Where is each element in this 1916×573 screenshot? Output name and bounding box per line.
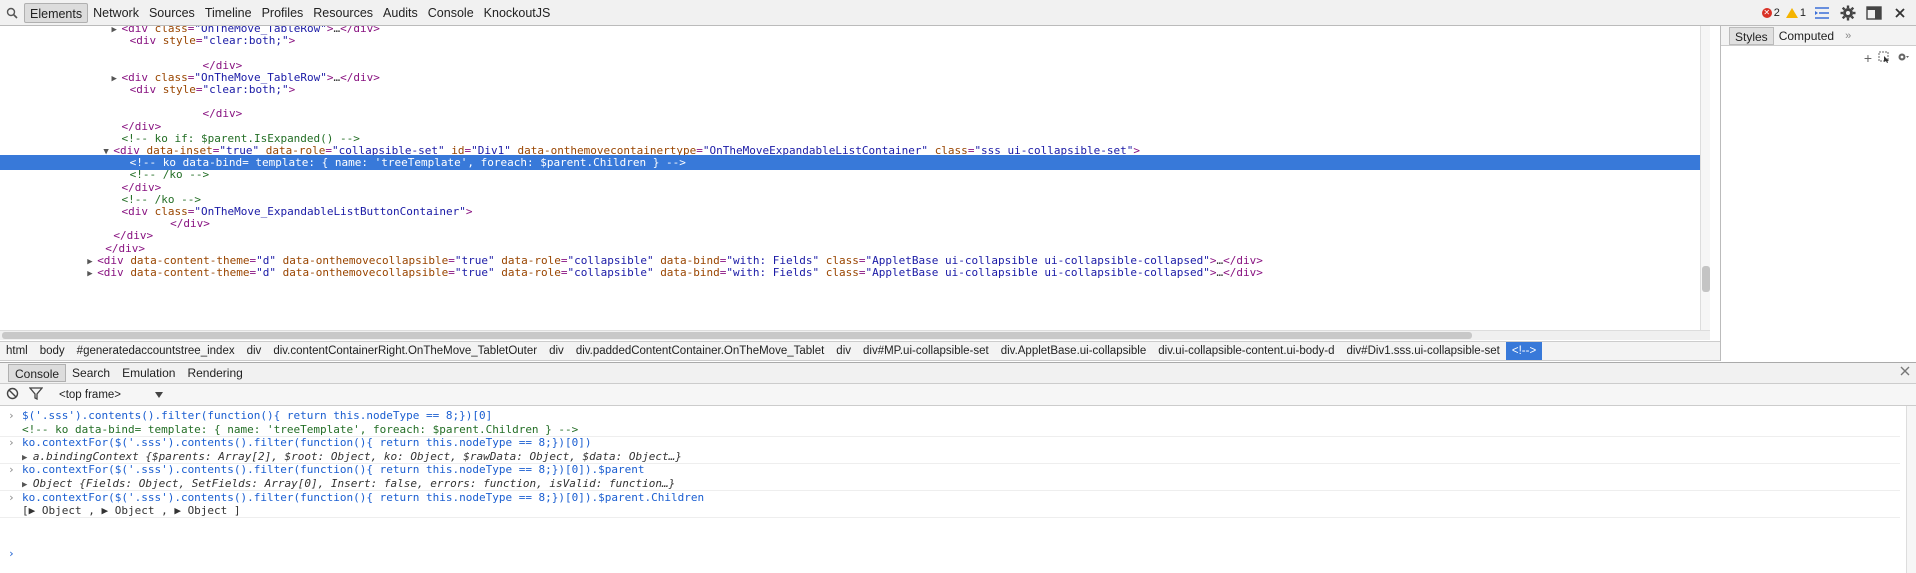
frame-select[interactable]: <top frame> — [59, 388, 164, 401]
drawer-tab-console[interactable]: Console — [8, 364, 67, 382]
console-command-text: ko.contextFor($('.sss').contents().filte… — [22, 463, 645, 477]
breadcrumb-item[interactable]: html — [0, 342, 34, 360]
breadcrumb-item[interactable]: div — [830, 342, 857, 360]
tree-token-val: "collapsible" — [567, 266, 654, 279]
console-command-text: $('.sss').contents().filter(function(){ … — [22, 409, 493, 422]
console-result-text: <!-- ko data-bind= template: { name: 'tr… — [22, 422, 579, 436]
tree-token-attr: data-onthemovecollapsible — [282, 266, 449, 279]
toolbar-right: ✕ 2 1 — [1761, 0, 1910, 26]
tab-styles[interactable]: Styles — [1729, 26, 1774, 45]
tree-token-tag: = — [448, 266, 455, 279]
tree-token-attr: class — [825, 266, 859, 279]
tree-token-tag — [276, 266, 283, 279]
tree-token-tag: <div — [97, 266, 131, 279]
inspect-search-icon[interactable] — [0, 0, 24, 26]
drawer-tabs: Console Search Emulation Rendering — [0, 362, 1916, 384]
tab-timeline[interactable]: Timeline — [200, 3, 257, 23]
tab-computed[interactable]: Computed — [1774, 27, 1839, 45]
toggle-element-state-icon[interactable] — [1878, 51, 1890, 66]
console-command-text: ko.contextFor($('.sss').contents().filte… — [22, 490, 705, 504]
breadcrumb-item[interactable]: div — [543, 342, 570, 360]
tree-token-val: "true" — [454, 266, 495, 279]
breadcrumb-item[interactable]: div#MP.ui-collapsible-set — [857, 342, 995, 360]
tab-elements[interactable]: Elements — [24, 2, 89, 23]
tree-token-attr: data-role — [501, 266, 561, 279]
console-result: [▶ Object , ▶ Object , ▶ Object ] — [0, 503, 1900, 518]
tree-token-val: "d" — [256, 266, 277, 279]
expand-triangle-icon[interactable]: ▶ — [87, 267, 97, 282]
close-devtools-icon[interactable] — [1890, 3, 1910, 23]
breadcrumb-item[interactable]: body — [34, 342, 71, 360]
clear-console-icon[interactable] — [6, 387, 19, 403]
console-vertical-scrollbar[interactable] — [1906, 406, 1916, 573]
warning-count: 1 — [1799, 7, 1806, 19]
warning-icon — [1785, 8, 1798, 18]
panel-tabs: Elements Network Sources Timeline Profiles Re… — [24, 2, 556, 23]
tree-horizontal-scroll-thumb[interactable] — [2, 332, 1472, 339]
more-tabs-icon[interactable]: » — [1845, 30, 1851, 42]
tab-sources[interactable]: Sources — [144, 3, 200, 23]
drawer-close-icon[interactable] — [1900, 365, 1910, 379]
styles-sidebar: Styles Computed » + — [1720, 26, 1916, 361]
sidebar-tabs: Styles Computed » — [1721, 26, 1916, 46]
breadcrumb-item[interactable]: div.AppletBase.ui-collapsible — [995, 342, 1153, 360]
tree-token-tag: </div> — [1223, 266, 1263, 279]
dock-side-icon[interactable] — [1864, 3, 1884, 23]
error-count: 2 — [1773, 7, 1780, 19]
tree-token-tag: > — [1209, 266, 1217, 279]
tab-console[interactable]: Console — [423, 3, 479, 23]
tree-token-attr: data-bind — [660, 266, 720, 279]
drawer-toggle-icon[interactable] — [1812, 3, 1832, 23]
elements-tree: ▶ <div class="OnTheMove_TableRow">…</div>… — [0, 26, 1710, 330]
breadcrumb-item[interactable]: <!--> — [1505, 342, 1543, 360]
tree-node[interactable]: ▶ <div data-content-theme = "d" data-onthem… — [0, 265, 1700, 280]
frame-select-label: <top frame> — [59, 388, 122, 401]
chevron-down-icon — [155, 389, 164, 401]
tree-token-tag: = — [858, 266, 866, 279]
warning-counter[interactable]: 1 — [1785, 7, 1806, 19]
error-icon: ✕ — [1761, 8, 1772, 18]
console-output: › $('.sss').contents().filter(function(){… — [0, 406, 1906, 573]
expand-object-icon[interactable]: ▶ — [22, 480, 33, 490]
console-input[interactable]: › — [0, 546, 1900, 561]
console-result-text: [▶ Object , ▶ Object , ▶ Object ] — [22, 504, 241, 518]
drawer-tab-rendering[interactable]: Rendering — [181, 364, 248, 382]
breadcrumb-item[interactable]: div.contentContainerRight.OnTheMove_Tabl… — [267, 342, 543, 360]
breadcrumb-item[interactable]: div.paddedContentContainer.OnTheMove_Tab… — [570, 342, 830, 360]
breadcrumb-item[interactable]: div — [241, 342, 268, 360]
breadcrumb-item[interactable]: div.ui-collapsible-content.ui-body-d — [1152, 342, 1340, 360]
console-command-text: ko.contextFor($('.sss').contents().filte… — [22, 436, 592, 450]
tree-vertical-scrollbar[interactable] — [1700, 26, 1710, 330]
tab-profiles[interactable]: Profiles — [257, 3, 309, 23]
error-counter[interactable]: ✕ 2 — [1761, 7, 1780, 19]
add-rule-icon[interactable]: + — [1864, 50, 1872, 66]
tree-token-val: "AppletBase ui-collapsible ui-collapsibl… — [865, 266, 1210, 279]
tab-audits[interactable]: Audits — [378, 3, 423, 23]
tab-knockoutjs[interactable]: KnockoutJS — [479, 3, 556, 23]
tree-token-attr: data-content-theme — [130, 266, 250, 279]
tab-resources[interactable]: Resources — [308, 3, 378, 23]
settings-gear-icon[interactable] — [1838, 3, 1858, 23]
console-result-text[interactable]: a.bindingContext {$parents: Array[2], $r… — [33, 450, 682, 463]
breadcrumb: html body #generatedaccountstree_index div d… — [0, 341, 1720, 361]
console-separator — [0, 517, 1900, 519]
breadcrumb-item[interactable]: div#Div1.sss.ui-collapsible-set — [1340, 342, 1505, 360]
devtools-toolbar: Elements Network Sources Timeline Profiles Re… — [0, 0, 1916, 26]
tree-token-tag — [819, 266, 826, 279]
styles-toolbar: + — [1864, 50, 1910, 66]
tree-vertical-scroll-thumb[interactable] — [1702, 266, 1710, 292]
styles-settings-icon[interactable] — [1896, 51, 1910, 66]
input-prompt-icon: › — [8, 547, 15, 560]
tree-horizontal-scrollbar[interactable] — [0, 330, 1710, 340]
drawer-tab-emulation[interactable]: Emulation — [116, 364, 181, 382]
filter-icon[interactable] — [28, 386, 44, 403]
console-result-text[interactable]: Object {Fields: Object, SetFields: Array… — [33, 477, 675, 490]
drawer-tab-search[interactable]: Search — [66, 364, 116, 382]
tab-network[interactable]: Network — [88, 3, 144, 23]
expand-object-icon[interactable]: ▶ — [22, 453, 33, 463]
tree-token-val: "with: Fields" — [726, 266, 820, 279]
breadcrumb-item[interactable]: #generatedaccountstree_index — [71, 342, 241, 360]
console-toolbar: <top frame> — [0, 384, 1916, 406]
